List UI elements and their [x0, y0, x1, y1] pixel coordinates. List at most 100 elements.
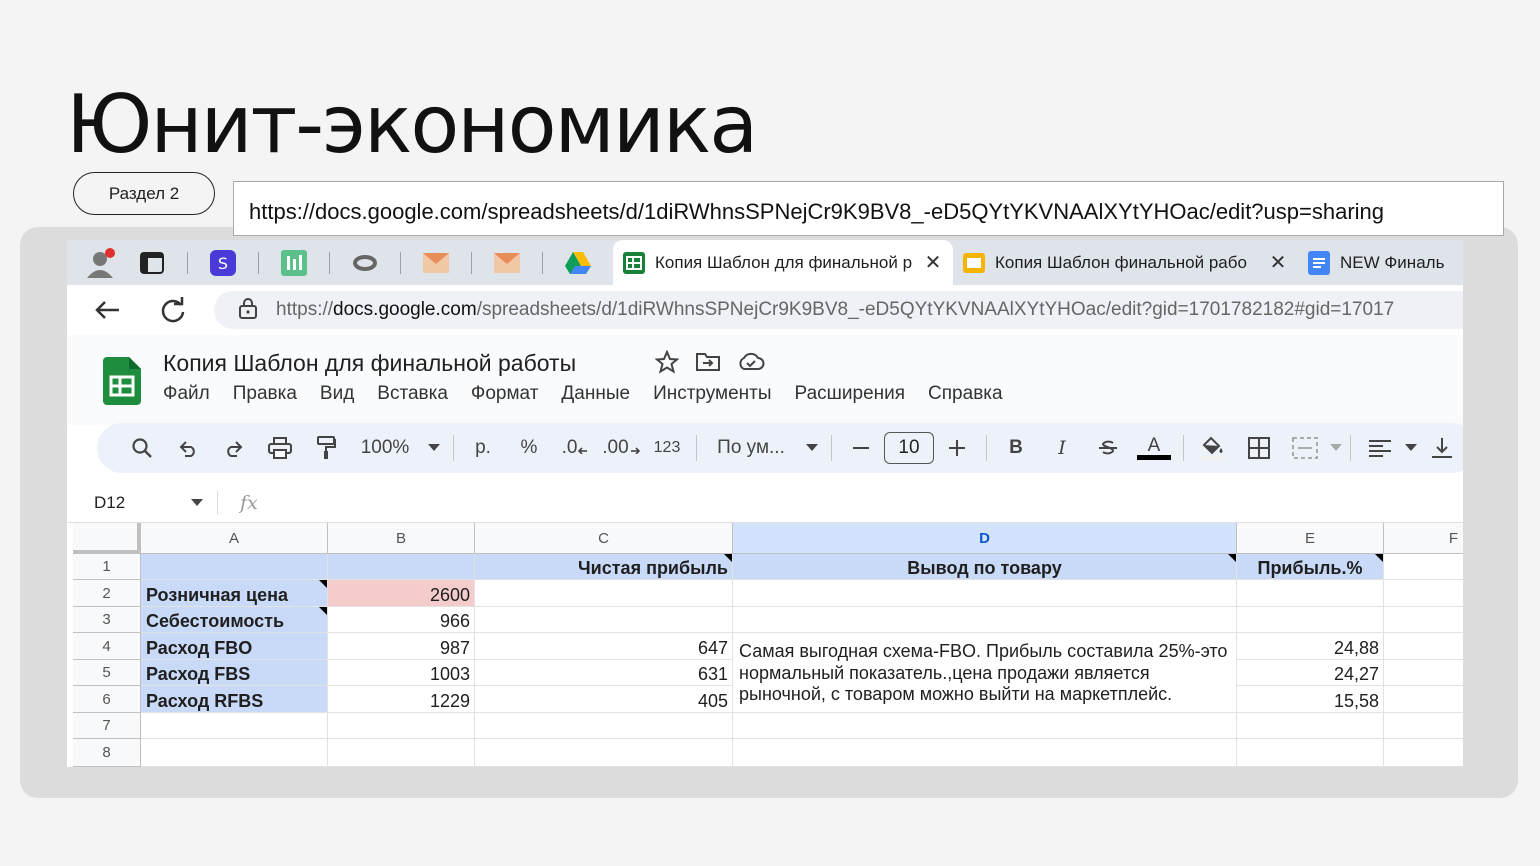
decrease-decimal-button[interactable]: .0	[552, 430, 598, 466]
print-icon[interactable]	[257, 430, 303, 466]
row-header-5[interactable]: 5	[73, 660, 141, 686]
column-header-f[interactable]: F	[1384, 523, 1463, 554]
strikethrough-icon[interactable]	[1085, 430, 1131, 466]
reload-icon[interactable]	[155, 292, 191, 328]
column-header-b[interactable]: B	[328, 523, 475, 554]
document-title[interactable]: Копия Шаблон для финальной работы	[163, 350, 576, 377]
cell-a2[interactable]: Розничная цена	[141, 580, 328, 607]
cell-f7[interactable]	[1384, 713, 1463, 739]
cell-d2[interactable]	[733, 580, 1237, 607]
cell-e4[interactable]: 24,88	[1237, 633, 1384, 660]
borders-icon[interactable]	[1236, 430, 1282, 466]
back-arrow-icon[interactable]	[89, 292, 125, 328]
column-header-a[interactable]: A	[141, 523, 328, 554]
redo-icon[interactable]	[211, 430, 257, 466]
column-header-d[interactable]: D	[733, 523, 1237, 554]
pinned-tab-s-icon[interactable]: S	[207, 247, 239, 279]
cell-b5[interactable]: 1003	[328, 660, 475, 686]
cell-e5[interactable]: 24,27	[1237, 660, 1384, 686]
cell-b7[interactable]	[328, 713, 475, 739]
cell-b4[interactable]: 987	[328, 633, 475, 660]
cell-c7[interactable]	[475, 713, 733, 739]
cell-a8[interactable]	[141, 739, 328, 767]
cell-f8[interactable]	[1384, 739, 1463, 767]
cell-d1[interactable]: Вывод по товару	[733, 554, 1237, 580]
cell-f6[interactable]	[1384, 686, 1463, 713]
cell-f3[interactable]	[1384, 607, 1463, 633]
paint-format-icon[interactable]	[303, 430, 349, 466]
menu-extensions[interactable]: Расширения	[795, 383, 906, 405]
cell-d8[interactable]	[733, 739, 1237, 767]
sidebar-toggle-icon[interactable]	[136, 247, 168, 279]
cell-b3[interactable]: 966	[328, 607, 475, 633]
select-all-corner[interactable]	[73, 523, 141, 554]
cell-b6[interactable]: 1229	[328, 686, 475, 713]
cell-a3[interactable]: Себестоимость	[141, 607, 328, 633]
chevron-down-icon[interactable]	[799, 430, 825, 466]
row-header-6[interactable]: 6	[73, 686, 141, 713]
cell-b1[interactable]	[328, 554, 475, 580]
tab-slides-copy[interactable]: Копия Шаблон финальной рабо ✕	[953, 240, 1298, 285]
cell-e2[interactable]	[1237, 580, 1384, 607]
row-header-3[interactable]: 3	[73, 607, 141, 633]
pinned-tab-mail-icon[interactable]	[491, 247, 523, 279]
chevron-down-icon[interactable]	[1403, 430, 1419, 466]
column-header-e[interactable]: E	[1237, 523, 1384, 554]
cell-e1[interactable]: Прибыль.%	[1237, 554, 1384, 580]
cell-f4[interactable]	[1384, 633, 1463, 660]
currency-format-button[interactable]: р.	[460, 430, 506, 466]
align-left-icon[interactable]	[1357, 430, 1403, 466]
text-color-button[interactable]: A	[1131, 430, 1177, 466]
pinned-tab-drive-icon[interactable]	[562, 247, 594, 279]
pinned-tab-chart-icon[interactable]	[278, 247, 310, 279]
cell-d7[interactable]	[733, 713, 1237, 739]
cell-a4[interactable]: Расход FBO	[141, 633, 328, 660]
decrease-font-size-icon[interactable]	[838, 430, 884, 466]
move-folder-icon[interactable]	[695, 350, 721, 379]
cell-b8[interactable]	[328, 739, 475, 767]
cell-c2[interactable]	[475, 580, 733, 607]
menu-file[interactable]: Файл	[163, 383, 210, 405]
cell-c5[interactable]: 631	[475, 660, 733, 686]
font-size-input[interactable]: 10	[884, 432, 934, 464]
close-icon[interactable]: ✕	[923, 250, 943, 275]
cloud-status-icon[interactable]	[737, 350, 765, 379]
cell-a6[interactable]: Расход RFBS	[141, 686, 328, 713]
row-header-8[interactable]: 8	[73, 739, 141, 767]
name-box[interactable]: D12	[67, 493, 217, 513]
star-icon[interactable]	[654, 349, 680, 379]
cell-f5[interactable]	[1384, 660, 1463, 686]
site-info-icon[interactable]	[238, 297, 262, 324]
row-header-2[interactable]: 2	[73, 580, 141, 607]
percent-format-button[interactable]: %	[506, 430, 552, 466]
search-icon[interactable]	[119, 430, 165, 466]
profile-avatar-icon[interactable]	[83, 246, 117, 280]
bold-button[interactable]: B	[993, 430, 1039, 466]
vertical-align-icon[interactable]	[1419, 430, 1463, 466]
cell-e6[interactable]: 15,58	[1237, 686, 1384, 713]
menu-data[interactable]: Данные	[561, 383, 630, 405]
pinned-tab-circle-icon[interactable]	[349, 247, 381, 279]
cell-b2[interactable]: 2600	[328, 580, 475, 607]
menu-insert[interactable]: Вставка	[377, 383, 448, 405]
menu-format[interactable]: Формат	[471, 383, 539, 405]
cell-d4-merged[interactable]: Самая выгодная схема-FBO. Прибыль состав…	[733, 633, 1237, 713]
merge-cells-icon[interactable]	[1282, 430, 1328, 466]
row-header-4[interactable]: 4	[73, 633, 141, 660]
cell-e7[interactable]	[1237, 713, 1384, 739]
cell-f1[interactable]	[1384, 554, 1463, 580]
number-format-button[interactable]: 123	[644, 430, 690, 466]
column-header-c[interactable]: C	[475, 523, 733, 554]
row-header-7[interactable]: 7	[73, 713, 141, 739]
increase-font-size-icon[interactable]	[934, 430, 980, 466]
menu-view[interactable]: Вид	[320, 383, 354, 405]
sheet-link[interactable]: https://docs.google.com/spreadsheets/d/1…	[233, 181, 1504, 236]
menu-tools[interactable]: Инструменты	[653, 383, 771, 405]
cell-a7[interactable]	[141, 713, 328, 739]
pinned-tab-mail-icon[interactable]	[420, 247, 452, 279]
address-bar[interactable]: https://docs.google.com/spreadsheets/d/1…	[214, 291, 1463, 329]
cell-c3[interactable]	[475, 607, 733, 633]
undo-icon[interactable]	[165, 430, 211, 466]
chevron-down-icon[interactable]	[1328, 430, 1344, 466]
close-icon[interactable]: ✕	[1268, 250, 1288, 275]
